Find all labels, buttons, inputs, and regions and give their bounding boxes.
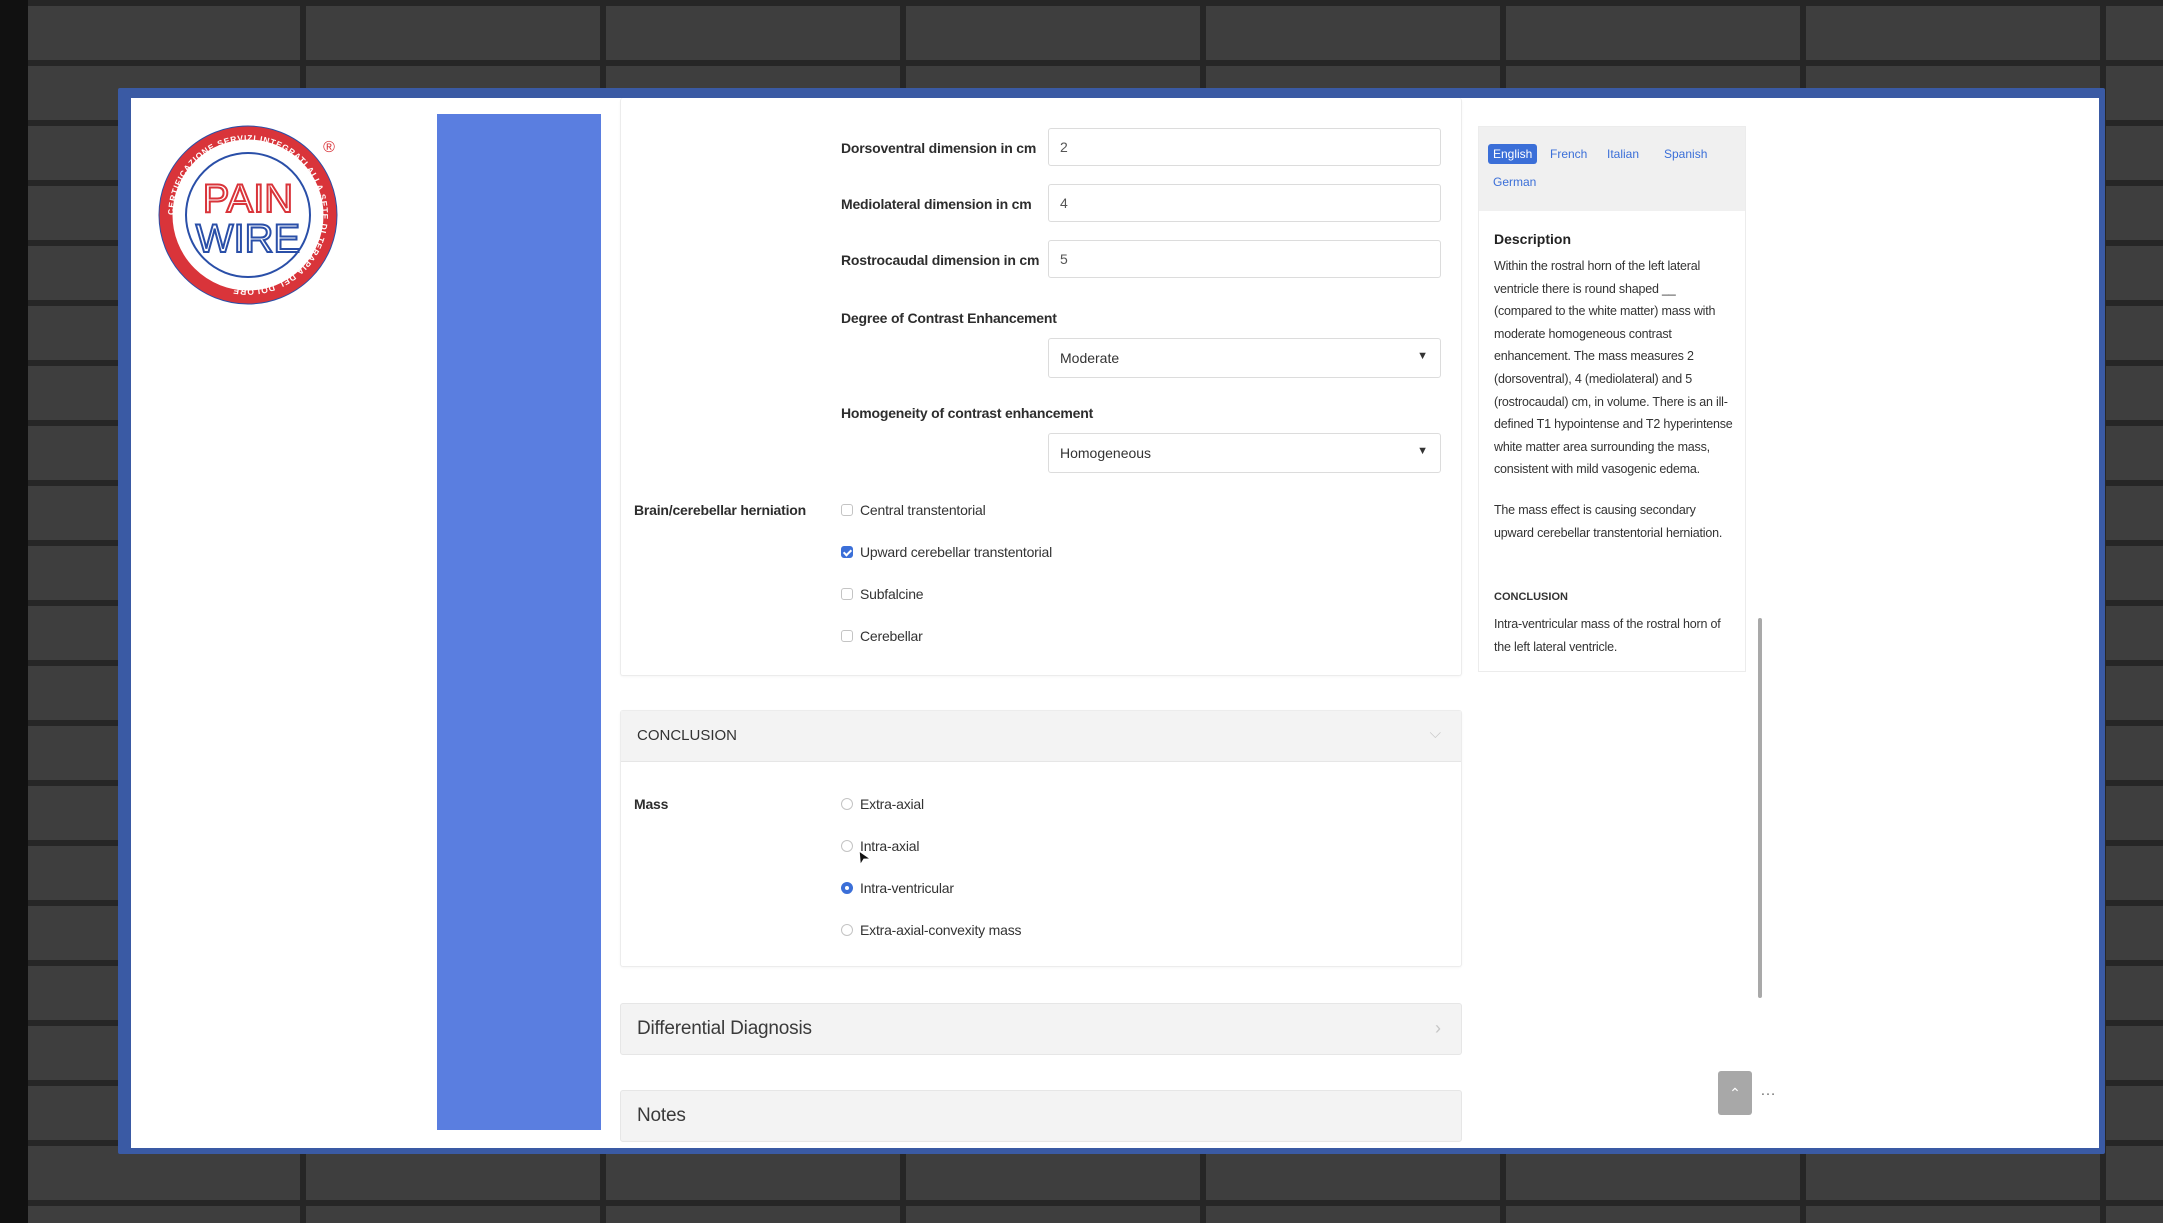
contrast-degree-value: Moderate xyxy=(1060,350,1120,366)
option-label: Cerebellar xyxy=(860,628,923,644)
description-paragraph-2: The mass effect is causing secondary upw… xyxy=(1494,503,1723,540)
description-panel: English French Italian Spanish German De… xyxy=(1478,126,1746,672)
logo-text-wire: WIRE xyxy=(196,217,300,261)
radio-button[interactable] xyxy=(841,840,853,852)
registered-mark: ® xyxy=(323,139,335,156)
contrast-homogeneity-value: Homogeneous xyxy=(1060,445,1152,461)
painwire-logo: CERTIFICAZIONE SERVIZI INTEGRATI ALLA SE… xyxy=(158,125,338,305)
checkbox[interactable] xyxy=(841,588,853,600)
dorsoventral-input[interactable] xyxy=(1048,128,1441,166)
radio-button-selected[interactable] xyxy=(841,882,853,894)
chevron-down-icon[interactable]: ⌵ xyxy=(1430,725,1441,742)
option-label: Extra-axial xyxy=(860,796,924,812)
dorsoventral-label: Dorsoventral dimension in cm xyxy=(841,140,1037,156)
mass-label: Mass xyxy=(634,796,669,812)
scrollbar[interactable] xyxy=(1758,618,1764,998)
mediolateral-input[interactable] xyxy=(1048,184,1441,222)
chevron-up-icon: ⌃ xyxy=(1729,1085,1741,1101)
contrast-degree-select[interactable]: Moderate ▼ xyxy=(1048,338,1441,378)
mediolateral-label: Mediolateral dimension in cm xyxy=(841,196,1032,212)
conclusion-header[interactable]: CONCLUSION ⌵ xyxy=(621,711,1461,762)
contrast-degree-label: Degree of Contrast Enhancement xyxy=(841,310,1057,326)
checkbox[interactable] xyxy=(841,504,853,516)
option-label: Extra-axial-convexity mass xyxy=(860,922,1022,938)
checkbox-checked[interactable] xyxy=(841,546,853,558)
differential-diagnosis-title: Differential Diagnosis xyxy=(637,1018,812,1039)
herniation-label: Brain/cerebellar herniation xyxy=(634,502,806,518)
radio-button[interactable] xyxy=(841,798,853,810)
tab-italian[interactable]: Italian xyxy=(1602,144,1644,164)
scrollbar-thumb[interactable] xyxy=(1758,618,1762,998)
notes-accordion[interactable]: Notes xyxy=(620,1090,1462,1142)
description-paragraph-1: Within the rostral horn of the left late… xyxy=(1494,259,1733,477)
blue-sidebar xyxy=(437,114,601,1130)
option-label: Upward cerebellar transtentorial xyxy=(860,544,1053,560)
option-label: Central transtentorial xyxy=(860,502,986,518)
description-conclusion-heading: CONCLUSION xyxy=(1494,591,1568,603)
caret-down-icon: ▼ xyxy=(1417,445,1428,457)
description-title: Description xyxy=(1494,231,1572,247)
language-tabs: English French Italian Spanish German xyxy=(1479,127,1745,211)
logo-text-pain: PAIN xyxy=(203,177,293,221)
tab-french[interactable]: French xyxy=(1545,144,1592,164)
tab-german[interactable]: German xyxy=(1488,172,1541,192)
scroll-to-top-button[interactable]: ⌃ xyxy=(1718,1071,1752,1115)
conclusion-title: CONCLUSION xyxy=(637,727,738,744)
option-label: Subfalcine xyxy=(860,586,924,602)
description-conclusion-text: Intra-ventricular mass of the rostral ho… xyxy=(1494,617,1721,654)
differential-diagnosis-accordion[interactable]: Differential Diagnosis › xyxy=(620,1003,1462,1055)
caret-down-icon: ▼ xyxy=(1417,350,1428,362)
checkbox[interactable] xyxy=(841,630,853,642)
rostrocaudal-label: Rostrocaudal dimension in cm xyxy=(841,252,1040,268)
tab-english[interactable]: English xyxy=(1488,144,1538,164)
more-options-icon[interactable]: … xyxy=(1760,1082,1776,1100)
tab-spanish[interactable]: Spanish xyxy=(1659,144,1712,164)
contrast-homogeneity-label: Homogeneity of contrast enhancement xyxy=(841,405,1094,421)
contrast-homogeneity-select[interactable]: Homogeneous ▼ xyxy=(1048,433,1441,473)
app-screen: CERTIFICAZIONE SERVIZI INTEGRATI ALLA SE… xyxy=(131,98,2099,1148)
radio-button[interactable] xyxy=(841,924,853,936)
notes-title: Notes xyxy=(637,1105,686,1126)
rostrocaudal-input[interactable] xyxy=(1048,240,1441,278)
option-label: Intra-ventricular xyxy=(860,880,954,896)
conclusion-card: CONCLUSION ⌵ xyxy=(620,710,1462,967)
left-dark-edge xyxy=(0,0,28,1223)
chevron-right-icon: › xyxy=(1435,1018,1441,1038)
